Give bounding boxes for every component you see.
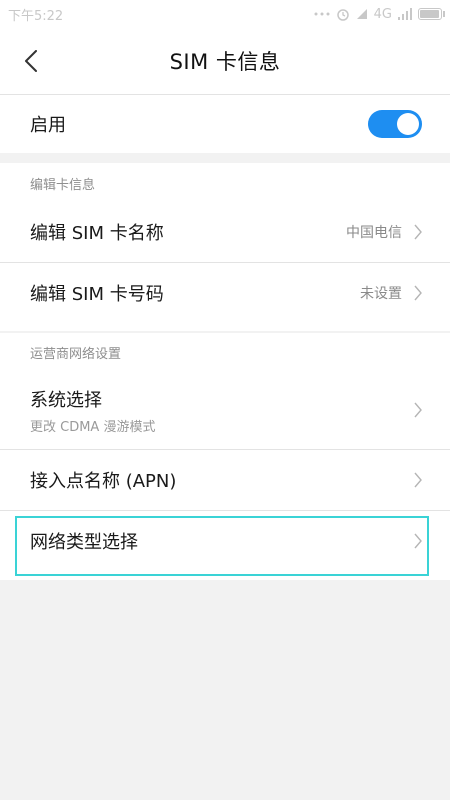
- alarm-icon: [336, 7, 350, 21]
- back-arrow-icon: [25, 50, 37, 72]
- carrier-section-header: 运营商网络设置: [30, 347, 122, 362]
- sim-number-value: 未设置: [360, 286, 402, 302]
- status-bar: 下午5:22 4G: [0, 0, 450, 28]
- page-title: SIM 卡信息: [169, 50, 281, 74]
- chevron-right-icon: [414, 224, 422, 240]
- edit-section-header: 编辑卡信息: [30, 178, 96, 193]
- enable-row[interactable]: 启用: [0, 95, 450, 153]
- chevron-right-icon: [414, 472, 422, 488]
- toggle-knob: [397, 113, 419, 135]
- sim-name-value: 中国电信: [346, 225, 402, 241]
- chevron-right-icon: [414, 285, 422, 301]
- chevron-right-icon: [414, 402, 422, 418]
- back-button[interactable]: [24, 45, 54, 77]
- system-select-label: 系统选择: [30, 389, 102, 411]
- title-bar: SIM 卡信息: [0, 28, 450, 94]
- apn-label: 接入点名称 (APN): [30, 471, 177, 492]
- edit-sim-name-row[interactable]: 编辑 SIM 卡名称 中国电信: [0, 202, 450, 262]
- system-select-sublabel: 更改 CDMA 漫游模式: [30, 419, 156, 435]
- system-select-row[interactable]: 系统选择 更改 CDMA 漫游模式: [0, 372, 450, 448]
- status-icons: 4G: [314, 6, 445, 22]
- apn-row[interactable]: 接入点名称 (APN): [0, 450, 450, 510]
- edit-sim-name-label: 编辑 SIM 卡名称: [30, 223, 164, 244]
- chevron-right-icon: [414, 533, 422, 549]
- network-type: 4G: [373, 6, 392, 22]
- enable-toggle[interactable]: [368, 110, 422, 138]
- enable-label: 启用: [30, 115, 66, 136]
- more-dots-icon: [314, 11, 330, 17]
- edit-sim-number-label: 编辑 SIM 卡号码: [30, 284, 164, 305]
- signal-strength-icon: [398, 8, 412, 20]
- network-type-label: 网络类型选择: [30, 532, 138, 553]
- network-type-row[interactable]: 网络类型选择: [0, 511, 450, 571]
- status-time: 下午5:22: [8, 8, 64, 24]
- signal-icon: [356, 8, 368, 20]
- battery-icon: [418, 8, 445, 20]
- edit-sim-number-row[interactable]: 编辑 SIM 卡号码 未设置: [0, 263, 450, 323]
